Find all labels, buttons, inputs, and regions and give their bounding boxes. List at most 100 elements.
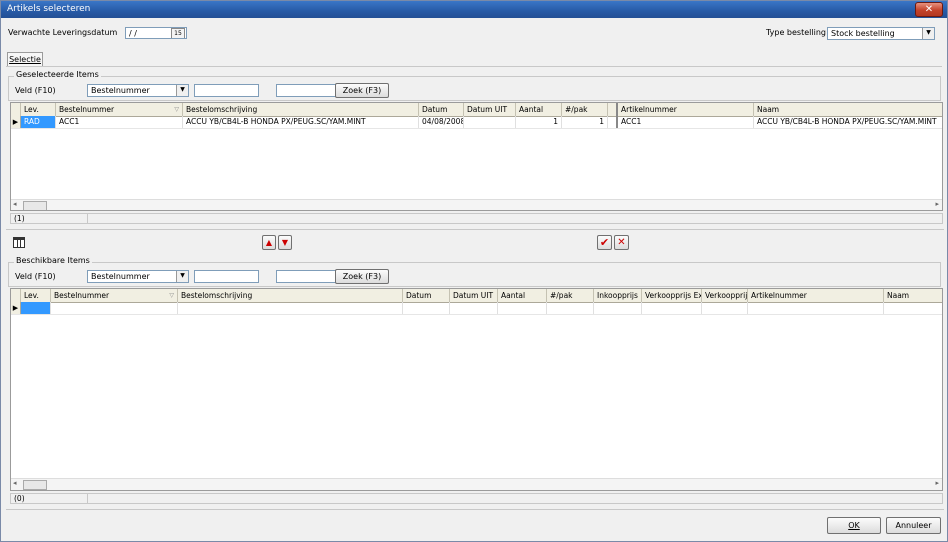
check-icon: ✔ [599, 236, 610, 249]
available-search-input[interactable] [194, 270, 259, 283]
col-bestelomschrijving[interactable]: Bestelomschrijving [178, 289, 403, 302]
col-pak[interactable]: #/pak [562, 103, 608, 116]
chevron-down-icon[interactable]: ▼ [176, 85, 188, 96]
cell-verkoopprijs[interactable] [702, 302, 748, 314]
cell-datum[interactable]: 04/08/2008 [419, 116, 464, 128]
window-title: Artikels selecteren [7, 4, 91, 14]
remove-button[interactable]: ✕ [614, 235, 629, 250]
delivery-date-field[interactable]: / / 15 [125, 27, 187, 39]
cross-icon: ✕ [617, 237, 626, 248]
col-verkoopprijs-ex[interactable]: Verkoopprijs Ex [642, 289, 702, 302]
available-status: (0) [10, 493, 88, 504]
cell-naam[interactable] [884, 302, 942, 314]
columns-icon[interactable] [13, 237, 25, 248]
selected-status-extra [87, 213, 943, 224]
cell-naam[interactable]: ACCU YB/CB4L-B HONDA PX/PEUG.SC/YAM.MINT [754, 116, 942, 128]
cell-bestelnummer[interactable]: ACC1 [56, 116, 183, 128]
scroll-thumb[interactable] [23, 201, 47, 210]
tab-selectie[interactable]: Selectie [7, 52, 43, 67]
available-field-select[interactable]: Bestelnummer ▼ [87, 270, 189, 283]
col-artikelnummer[interactable]: Artikelnummer [748, 289, 884, 302]
order-type-select[interactable]: Stock bestelling ▼ [827, 27, 935, 40]
col-aantal[interactable]: Aantal [498, 289, 547, 302]
scroll-left-icon[interactable]: ◂ [13, 200, 17, 208]
ok-button[interactable]: OK [827, 517, 881, 534]
col-datum-uit[interactable]: Datum UIT [464, 103, 516, 116]
cell-omschrijving[interactable]: ACCU YB/CB4L-B HONDA PX/PEUG.SC/YAM.MINT [183, 116, 419, 128]
delivery-date-value: / / [129, 29, 137, 38]
cancel-button[interactable]: Annuleer [886, 517, 941, 534]
col-artikelnummer[interactable]: Artikelnummer [618, 103, 754, 116]
filter-icon[interactable]: ▽ [174, 103, 179, 116]
available-status-extra [87, 493, 943, 504]
close-button[interactable]: ✕ [915, 2, 943, 17]
title-bar: Artikels selecteren ✕ [1, 1, 947, 18]
selected-search-input[interactable] [194, 84, 259, 97]
col-naam[interactable]: Naam [754, 103, 942, 116]
cell-bestelnummer[interactable] [51, 302, 178, 314]
cell-datum-uit[interactable] [450, 302, 498, 314]
col-verkoopprijs[interactable]: Verkoopprijs [702, 289, 748, 302]
cell-omschrijving[interactable] [178, 302, 403, 314]
col-pak[interactable]: #/pak [547, 289, 594, 302]
calendar-icon[interactable]: 15 [171, 28, 185, 38]
table-row-new[interactable]: ▶ [11, 302, 942, 315]
order-type-value: Stock bestelling [831, 29, 895, 38]
selected-field-value: Bestelnummer [91, 86, 150, 95]
scroll-thumb[interactable] [23, 480, 47, 490]
cancel-label: Annuleer [895, 521, 932, 530]
selected-items-grid[interactable]: Lev. Bestelnummer ▽ Bestelomschrijving Da… [10, 102, 943, 211]
cell-artikelnummer[interactable]: ACC1 [618, 116, 754, 128]
cell-pak[interactable]: 1 [562, 116, 608, 128]
available-field-value: Bestelnummer [91, 272, 150, 281]
cell-datum[interactable] [403, 302, 450, 314]
col-lev[interactable]: Lev. [21, 103, 56, 116]
scroll-right-icon[interactable]: ▸ [935, 200, 939, 208]
selected-search-button[interactable]: Zoek (F3) [335, 83, 389, 98]
chevron-down-icon[interactable]: ▼ [922, 28, 934, 39]
available-search-input-2[interactable] [276, 270, 336, 283]
frozen-splitter[interactable] [608, 103, 618, 116]
cell-inkoopprijs[interactable] [594, 302, 642, 314]
available-grid-header: Lev. Bestelnummer ▽ Bestelomschrijving Da… [11, 289, 942, 303]
cell-lev[interactable] [21, 302, 51, 314]
col-datum[interactable]: Datum [403, 289, 450, 302]
move-down-button[interactable]: ▼ [278, 235, 292, 250]
col-datum-uit[interactable]: Datum UIT [450, 289, 498, 302]
toolbar-divider [6, 229, 944, 230]
available-hscrollbar[interactable]: ◂ ▸ [11, 478, 942, 490]
selected-field-select[interactable]: Bestelnummer ▼ [87, 84, 189, 97]
col-bestelnummer[interactable]: Bestelnummer ▽ [56, 103, 183, 116]
col-inkoopprijs[interactable]: Inkoopprijs [594, 289, 642, 302]
cell-lev[interactable]: RAD [21, 116, 56, 128]
col-naam[interactable]: Naam [884, 289, 942, 302]
col-aantal[interactable]: Aantal [516, 103, 562, 116]
selected-search-input-2[interactable] [276, 84, 336, 97]
confirm-button[interactable]: ✔ [597, 235, 612, 250]
selected-hscrollbar[interactable]: ◂ ▸ [11, 199, 942, 210]
cell-aantal[interactable]: 1 [516, 116, 562, 128]
header-indicator [11, 289, 21, 302]
table-row[interactable]: ▶ RAD ACC1 ACCU YB/CB4L-B HONDA PX/PEUG.… [11, 116, 942, 129]
scroll-right-icon[interactable]: ▸ [935, 479, 939, 487]
col-bestelnummer[interactable]: Bestelnummer ▽ [51, 289, 178, 302]
chevron-down-icon[interactable]: ▼ [176, 271, 188, 282]
cell-datum-uit[interactable] [464, 116, 516, 128]
col-lev[interactable]: Lev. [21, 289, 51, 302]
move-up-button[interactable]: ▲ [262, 235, 276, 250]
available-field-label: Veld (F10) [15, 272, 56, 281]
arrow-up-icon: ▲ [265, 238, 273, 247]
scroll-left-icon[interactable]: ◂ [13, 479, 17, 487]
available-search-button[interactable]: Zoek (F3) [335, 269, 389, 284]
filter-icon[interactable]: ▽ [169, 289, 174, 302]
available-items-grid[interactable]: Lev. Bestelnummer ▽ Bestelomschrijving Da… [10, 288, 943, 491]
tab-divider [6, 66, 942, 67]
cell-artikelnummer[interactable] [748, 302, 884, 314]
cell-verkoopprijs-ex[interactable] [642, 302, 702, 314]
cell-aantal[interactable] [498, 302, 547, 314]
cell-pak[interactable] [547, 302, 594, 314]
col-datum[interactable]: Datum [419, 103, 464, 116]
col-bestelomschrijving[interactable]: Bestelomschrijving [183, 103, 419, 116]
row-indicator-icon: ▶ [11, 302, 21, 314]
order-type-label: Type bestelling [766, 28, 826, 37]
